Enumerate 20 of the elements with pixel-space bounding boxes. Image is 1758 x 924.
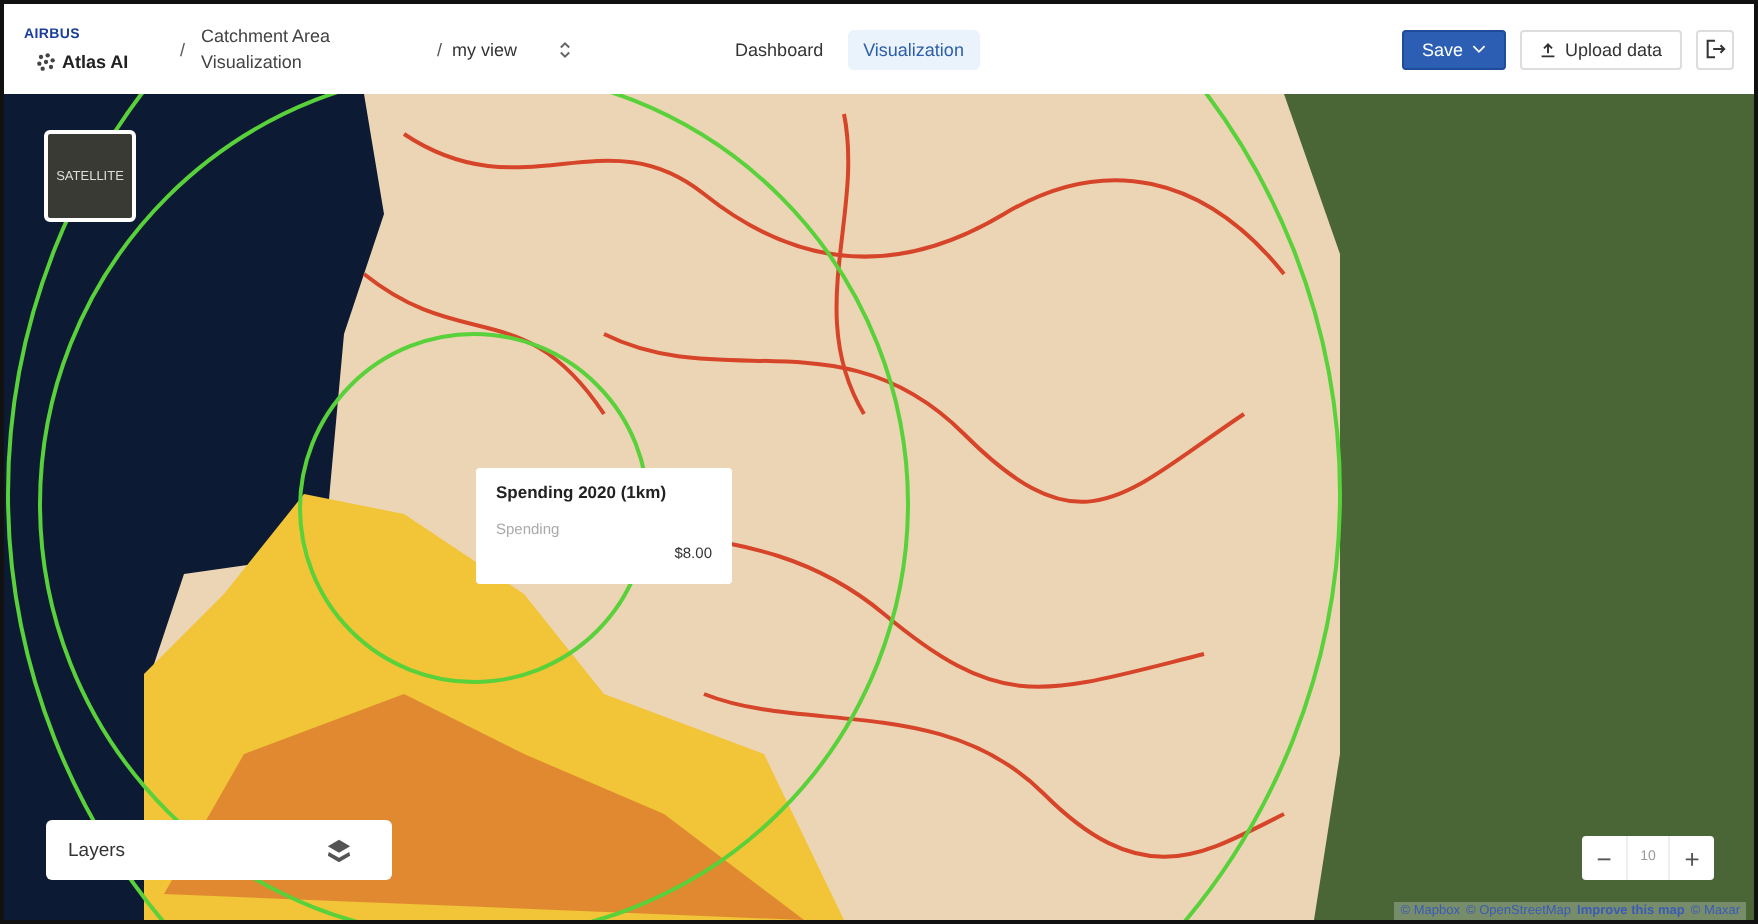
up-down-icon xyxy=(557,39,572,59)
tooltip-title: Spending 2020 (1km) xyxy=(496,482,669,502)
zoom-out-button[interactable]: − xyxy=(1582,836,1626,880)
breadcrumb-separator: / xyxy=(180,39,186,59)
save-button[interactable]: Save xyxy=(1401,29,1507,69)
product-logo-text: Atlas AI xyxy=(62,51,129,71)
nav-tab[interactable]: Dashboard xyxy=(719,29,840,69)
nav-tab[interactable]: Visualization xyxy=(847,29,980,69)
upload-icon xyxy=(1540,41,1557,57)
zoom-in-button[interactable]: + xyxy=(1670,836,1714,880)
logout-icon xyxy=(1704,38,1726,60)
layers-panel[interactable]: Layers xyxy=(46,820,392,880)
upload-data-button[interactable]: Upload data xyxy=(1520,29,1682,69)
chevron-down-icon xyxy=(1472,44,1487,54)
breadcrumb-separator: / xyxy=(437,39,443,59)
layers-icon xyxy=(326,837,352,863)
view-selector[interactable]: my view xyxy=(452,39,572,59)
project-title: Catchment Area Visualization xyxy=(201,23,333,75)
logout-button[interactable] xyxy=(1696,29,1734,69)
dots-logo-icon xyxy=(36,51,56,71)
